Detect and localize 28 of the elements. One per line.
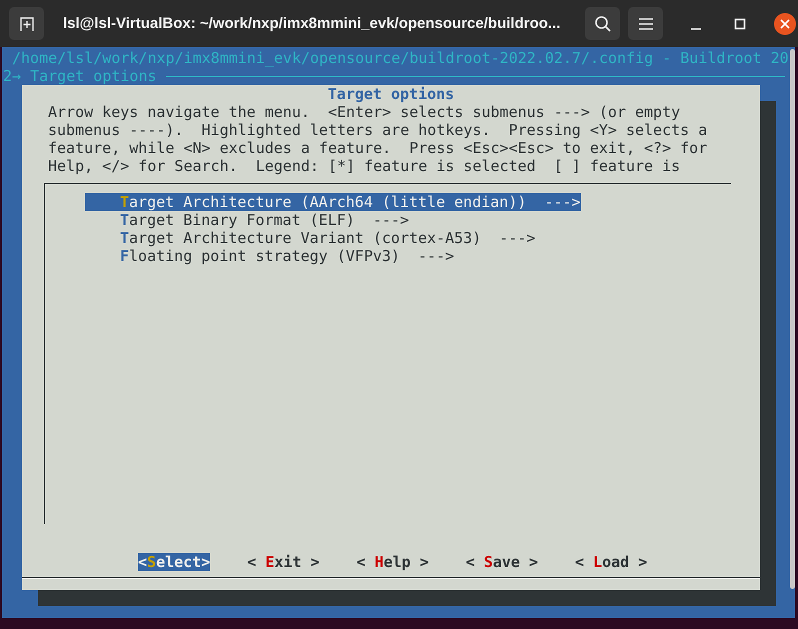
help-text: feature, while <N> excludes a feature. Press <Esc><Esc> to exit, <?> for bbox=[48, 139, 708, 157]
new-tab-button[interactable] bbox=[9, 7, 44, 40]
menu-item[interactable]: Target Architecture Variant (cortex-A53) ---> bbox=[85, 229, 536, 247]
menu-icon bbox=[638, 18, 652, 30]
window-title: lsl@lsl-VirtualBox: ~/work/nxp/imx8mmini_evk/opensource/buildroo... bbox=[63, 15, 562, 32]
minimize-icon bbox=[691, 28, 701, 30]
dialog-button[interactable]: < Save > bbox=[466, 553, 538, 571]
new-tab-icon bbox=[18, 16, 34, 32]
dialog-button[interactable]: <Select> bbox=[138, 553, 210, 571]
dialog-button[interactable]: < Exit > bbox=[247, 553, 320, 571]
maximize-icon bbox=[734, 18, 746, 30]
search-icon bbox=[594, 14, 612, 32]
menu-item[interactable]: Target Binary Format (ELF) ---> bbox=[85, 211, 409, 229]
close-icon bbox=[780, 18, 790, 28]
breadcrumb: 2→ Target options bbox=[3, 67, 157, 85]
help-text: submenus ----). Highlighted letters are hotkeys. Pressing <Y> selects a bbox=[48, 121, 708, 139]
help-text: Help, </> for Search. Legend: [*] feature is selected [ ] feature is bbox=[48, 157, 680, 175]
menu-button[interactable] bbox=[628, 7, 663, 40]
menu-item[interactable]: Floating point strategy (VFPv3) ---> bbox=[85, 247, 454, 265]
dialog-button[interactable]: < Load > bbox=[575, 553, 648, 571]
help-text: Arrow keys navigate the menu. <Enter> selects submenus ---> (or empty bbox=[48, 103, 680, 121]
scrollbar[interactable] bbox=[790, 49, 795, 589]
dialog-title: Target options bbox=[328, 85, 454, 103]
config-path: /home/lsl/work/nxp/imx8mmini_evk/opensource/buildroot-2022.02.7/.config - Buildroot 20 bbox=[11, 49, 790, 67]
menu-item[interactable]: Target Architecture (AArch64 (little endian)) ---> bbox=[85, 193, 581, 211]
dialog-button[interactable]: < Help > bbox=[356, 553, 429, 571]
close-button[interactable] bbox=[774, 12, 796, 34]
search-button[interactable] bbox=[585, 7, 620, 40]
